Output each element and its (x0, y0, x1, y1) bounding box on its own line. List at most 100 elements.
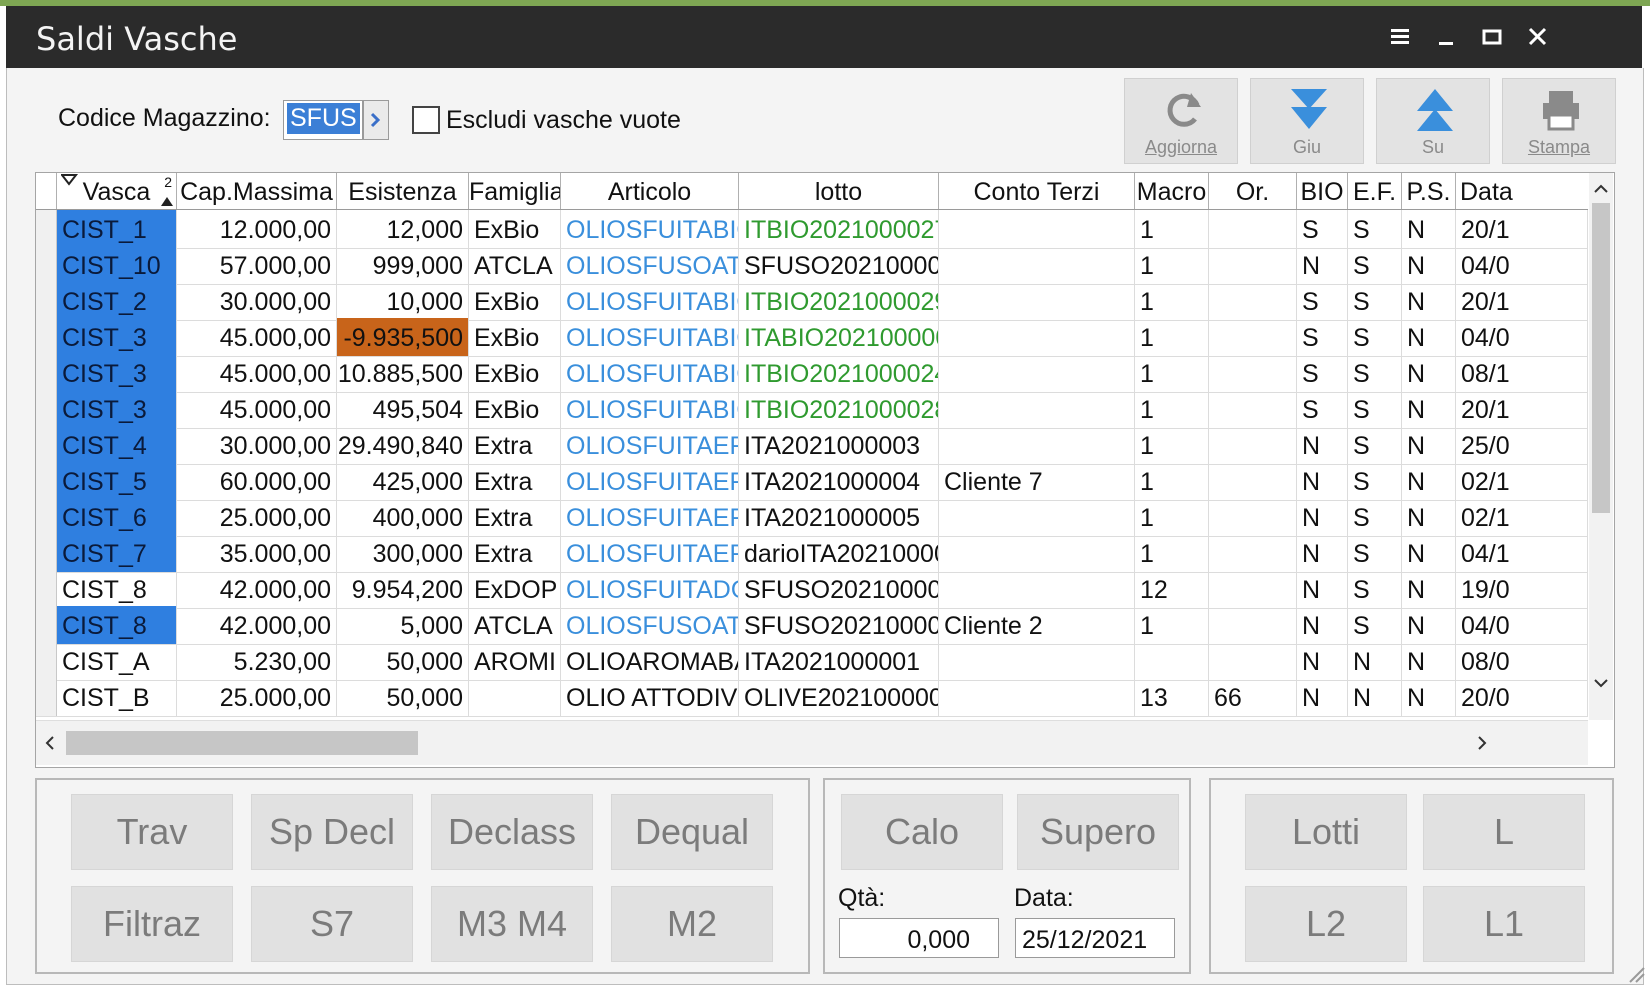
cell-ps[interactable]: N (1402, 462, 1456, 500)
qta-input[interactable]: 0,000 (839, 918, 999, 958)
row-selector[interactable] (36, 534, 57, 572)
minimize-icon[interactable] (1426, 18, 1466, 56)
row-selector[interactable] (36, 426, 57, 464)
cell-or[interactable] (1209, 390, 1297, 428)
table-row[interactable]: CIST_1 12.000,00 12,000 ExBio OLIOSFUITABIO I… (36, 210, 1588, 249)
scroll-right-icon[interactable] (1472, 731, 1492, 755)
cell-lotto[interactable]: ITBIO2021000029 (739, 282, 939, 320)
cell-vasca[interactable]: CIST_10 (57, 246, 177, 284)
row-selector[interactable] (36, 678, 57, 716)
cell-ps[interactable]: N (1402, 354, 1456, 392)
cell-cap[interactable]: 25.000,00 (177, 678, 337, 716)
table-row[interactable]: CIST_10 57.000,00 999,000 ATCLA OLIOSFUSOAT S… (36, 246, 1588, 285)
cell-macro[interactable]: 13 (1135, 678, 1209, 716)
cell-lotto[interactable]: ITABIO202100000 (739, 318, 939, 356)
m2-button[interactable]: M2 (611, 886, 773, 962)
row-selector[interactable] (36, 354, 57, 392)
m3m4-button[interactable]: M3 M4 (431, 886, 593, 962)
cell-esist[interactable]: 400,000 (337, 498, 469, 536)
column-header-ef[interactable]: E.F. (1348, 173, 1402, 209)
cell-art[interactable]: OLIOSFUITAEF (561, 534, 739, 572)
menu-icon[interactable] (1380, 18, 1420, 56)
vertical-scrollbar[interactable] (1589, 173, 1613, 720)
cell-lotto[interactable]: SFUSO20210000 (739, 606, 939, 644)
cell-macro[interactable]: 1 (1135, 390, 1209, 428)
cell-art[interactable]: OLIOSFUITAEF (561, 462, 739, 500)
row-selector[interactable] (36, 246, 57, 284)
cell-macro[interactable]: 1 (1135, 606, 1209, 644)
cell-esist[interactable]: 10,000 (337, 282, 469, 320)
table-row[interactable]: CIST_8 42.000,00 9.954,200 ExDOP OLIOSFUITAD… (36, 570, 1588, 609)
cell-ps[interactable]: N (1402, 498, 1456, 536)
cell-conto[interactable] (939, 642, 1135, 680)
cell-vasca[interactable]: CIST_1 (57, 210, 177, 248)
cell-data[interactable]: 20/1 (1456, 210, 1588, 248)
cell-art[interactable]: OLIOSFUSOAT (561, 606, 739, 644)
cell-vasca[interactable]: CIST_3 (57, 390, 177, 428)
sp-decl-button[interactable]: Sp Decl (251, 794, 413, 870)
trav-button[interactable]: Trav (71, 794, 233, 870)
cell-bio[interactable]: S (1297, 210, 1348, 248)
cell-conto[interactable] (939, 534, 1135, 572)
cell-data[interactable]: 25/0 (1456, 426, 1588, 464)
cell-macro[interactable] (1135, 642, 1209, 680)
cell-vasca[interactable]: CIST_7 (57, 534, 177, 572)
cell-vasca[interactable]: CIST_A (57, 642, 177, 680)
dequal-button[interactable]: Dequal (611, 794, 773, 870)
cell-esist[interactable]: 50,000 (337, 678, 469, 716)
cell-esist[interactable]: 495,504 (337, 390, 469, 428)
cell-macro[interactable]: 1 (1135, 498, 1209, 536)
cell-ef[interactable]: S (1348, 210, 1402, 248)
cell-or[interactable] (1209, 642, 1297, 680)
cell-esist[interactable]: -9.935,500 (337, 318, 469, 356)
column-header-ps[interactable]: P.S. (1402, 173, 1456, 209)
cell-esist[interactable]: 5,000 (337, 606, 469, 644)
cell-or[interactable] (1209, 426, 1297, 464)
cell-macro[interactable]: 1 (1135, 318, 1209, 356)
cell-art[interactable]: OLIOSFUSOAT (561, 246, 739, 284)
l1-button[interactable]: L1 (1423, 886, 1585, 962)
table-row[interactable]: CIST_5 60.000,00 425,000 Extra OLIOSFUITAEF I… (36, 462, 1588, 501)
cell-esist[interactable]: 12,000 (337, 210, 469, 248)
column-header-conto-terzi[interactable]: Conto Terzi (939, 173, 1135, 209)
cell-fam[interactable]: Extra (469, 426, 561, 464)
cell-ef[interactable]: S (1348, 246, 1402, 284)
cell-fam[interactable]: Extra (469, 534, 561, 572)
cell-data[interactable]: 20/1 (1456, 390, 1588, 428)
cell-fam[interactable]: ExBio (469, 282, 561, 320)
cell-fam[interactable]: Extra (469, 498, 561, 536)
s7-button[interactable]: S7 (251, 886, 413, 962)
cell-fam[interactable]: ExBio (469, 390, 561, 428)
cell-ps[interactable]: N (1402, 678, 1456, 716)
cell-macro[interactable]: 12 (1135, 570, 1209, 608)
cell-ps[interactable]: N (1402, 318, 1456, 356)
cell-bio[interactable]: N (1297, 246, 1348, 284)
cell-conto[interactable] (939, 246, 1135, 284)
cell-esist[interactable]: 50,000 (337, 642, 469, 680)
column-header-bio[interactable]: BIO (1297, 173, 1348, 209)
cell-data[interactable]: 19/0 (1456, 570, 1588, 608)
cell-lotto[interactable]: ITBIO2021000027 (739, 210, 939, 248)
column-header-data[interactable]: Data (1456, 173, 1588, 209)
giu-button[interactable]: Giu (1250, 78, 1364, 164)
cell-art[interactable]: OLIOSFUITADO (561, 570, 739, 608)
l-button[interactable]: L (1423, 794, 1585, 870)
cell-vasca[interactable]: CIST_6 (57, 498, 177, 536)
cell-fam[interactable]: ATCLA (469, 606, 561, 644)
cell-conto[interactable] (939, 426, 1135, 464)
cell-ef[interactable]: S (1348, 498, 1402, 536)
calo-button[interactable]: Calo (841, 794, 1003, 870)
cell-conto[interactable] (939, 570, 1135, 608)
table-row[interactable]: CIST_A 5.230,00 50,000 AROMI OLIOAROMABA ITA2… (36, 642, 1588, 681)
cell-lotto[interactable]: OLIVE202100000 (739, 678, 939, 716)
cell-cap[interactable]: 45.000,00 (177, 390, 337, 428)
cell-vasca[interactable]: CIST_B (57, 678, 177, 716)
scroll-down-icon[interactable] (1589, 673, 1613, 693)
horizontal-scrollbar[interactable] (36, 720, 1588, 765)
table-row[interactable]: CIST_B 25.000,00 50,000 OLIO ATTODIVE OLIVE2… (36, 678, 1588, 717)
cell-or[interactable] (1209, 462, 1297, 500)
cell-fam[interactable]: ExBio (469, 354, 561, 392)
su-button[interactable]: Su (1376, 78, 1490, 164)
cell-lotto[interactable]: darioITA20210000 (739, 534, 939, 572)
table-row[interactable]: CIST_7 35.000,00 300,000 Extra OLIOSFUITAEF d… (36, 534, 1588, 573)
